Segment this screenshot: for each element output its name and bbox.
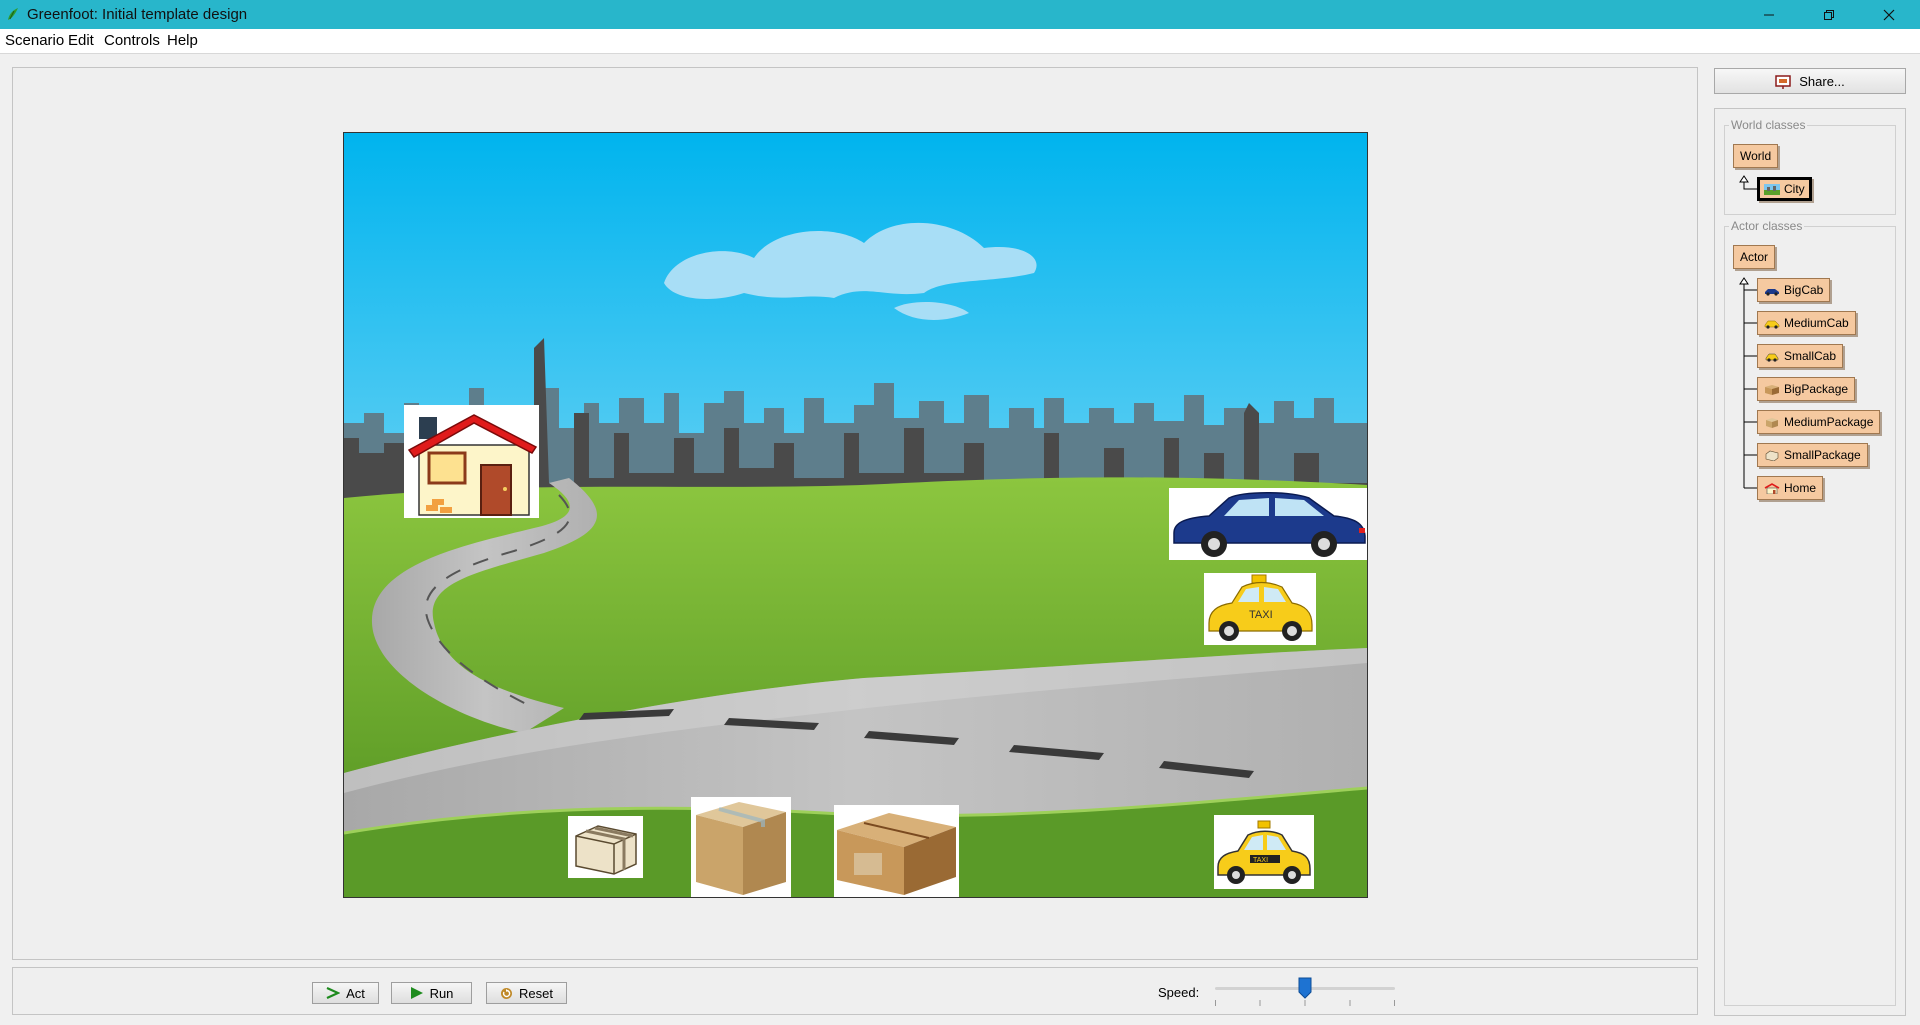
actor-classes-label: Actor classes: [1729, 219, 1805, 233]
speed-slider-thumb[interactable]: [1298, 977, 1312, 999]
share-button[interactable]: Share...: [1714, 68, 1906, 94]
minimize-button[interactable]: [1740, 0, 1798, 29]
speed-slider-ticks: [1215, 1000, 1395, 1006]
landscape-icon: [1764, 183, 1780, 195]
reset-label: Reset: [519, 985, 553, 1001]
class-bigcab[interactable]: BigCab: [1757, 278, 1831, 302]
share-label: Share...: [1799, 73, 1845, 89]
run-button[interactable]: Run: [391, 982, 472, 1004]
class-mediumcab[interactable]: MediumCab: [1757, 311, 1856, 335]
run-label: Run: [429, 985, 454, 1001]
big-package-actor[interactable]: [834, 805, 959, 897]
share-icon: [1775, 75, 1791, 89]
box-icon: [1766, 417, 1778, 428]
restore-icon: [1824, 9, 1834, 20]
class-smallpackage[interactable]: SmallPackage: [1757, 443, 1868, 467]
small-package-actor[interactable]: [568, 816, 643, 878]
class-home[interactable]: Home: [1757, 476, 1824, 500]
reset-icon: [501, 987, 513, 999]
cardboard-box-icon: [691, 797, 791, 897]
taxi-label: TAXI: [1253, 857, 1268, 864]
window-title: Greenfoot: Initial template design: [27, 6, 248, 23]
act-icon: [326, 987, 341, 999]
menu-bar: Scenario Edit Controls Help: [0, 29, 1920, 54]
class-home-label: Home: [1784, 481, 1817, 495]
open-box-icon: [834, 805, 959, 897]
world-view[interactable]: TAXI TAXI: [343, 132, 1368, 898]
house-icon: [1764, 482, 1780, 494]
controls-panel: [12, 967, 1698, 1015]
class-bigpackage[interactable]: BigPackage: [1757, 377, 1856, 401]
class-mediumcab-label: MediumCab: [1784, 316, 1849, 330]
taxi-icon: TAXI: [1204, 573, 1316, 645]
taxi-actor-small[interactable]: TAXI: [1214, 815, 1314, 889]
greenfoot-app-icon: [5, 6, 21, 22]
title-bar: Greenfoot: Initial template design: [0, 0, 1920, 29]
speed-label: Speed:: [1158, 985, 1200, 1000]
taxi-icon: [1764, 320, 1780, 329]
menu-controls[interactable]: Controls: [104, 32, 160, 49]
class-smallcab[interactable]: SmallCab: [1757, 344, 1844, 368]
class-bigcab-label: BigCab: [1784, 283, 1824, 297]
class-bigpackage-label: BigPackage: [1784, 382, 1849, 396]
taxi-actor-medium[interactable]: TAXI: [1204, 573, 1316, 645]
blue-car-icon: [1765, 288, 1779, 296]
menu-edit[interactable]: Edit: [68, 32, 94, 49]
play-icon: [410, 987, 423, 999]
class-world[interactable]: World: [1733, 144, 1779, 168]
class-smallpackage-label: SmallPackage: [1784, 448, 1861, 462]
class-city-label: City: [1784, 182, 1805, 196]
blue-car-actor[interactable]: [1169, 488, 1367, 560]
world-classes-group: [1724, 125, 1896, 215]
class-city[interactable]: City: [1757, 177, 1812, 201]
close-icon: [1883, 9, 1895, 20]
class-actor[interactable]: Actor: [1733, 245, 1776, 269]
blue-car-icon: [1169, 488, 1367, 560]
package-icon: [1765, 450, 1779, 461]
minimize-icon: [1764, 14, 1774, 15]
class-actor-label: Actor: [1740, 250, 1769, 264]
act-label: Act: [346, 985, 365, 1001]
act-button[interactable]: Act: [312, 982, 379, 1004]
class-smallcab-label: SmallCab: [1784, 349, 1837, 363]
taxi-label: TAXI: [1249, 609, 1273, 621]
menu-scenario[interactable]: Scenario: [5, 32, 64, 49]
actor-classes-group: [1724, 226, 1896, 1006]
class-world-label: World: [1740, 149, 1772, 163]
taxi-icon: [1765, 353, 1779, 362]
class-mediumpackage-label: MediumPackage: [1784, 415, 1874, 429]
wrapped-package-icon: [568, 816, 643, 878]
taxi-icon: TAXI: [1214, 815, 1314, 889]
class-mediumpackage[interactable]: MediumPackage: [1757, 410, 1881, 434]
menu-help[interactable]: Help: [167, 32, 198, 49]
medium-package-actor[interactable]: [691, 797, 791, 897]
reset-button[interactable]: Reset: [486, 982, 567, 1004]
restore-button[interactable]: [1800, 0, 1858, 29]
close-button[interactable]: [1860, 0, 1918, 29]
house-icon: [404, 405, 539, 518]
world-classes-label: World classes: [1729, 118, 1808, 132]
box-icon: [1765, 384, 1779, 395]
house-actor[interactable]: [404, 405, 539, 518]
